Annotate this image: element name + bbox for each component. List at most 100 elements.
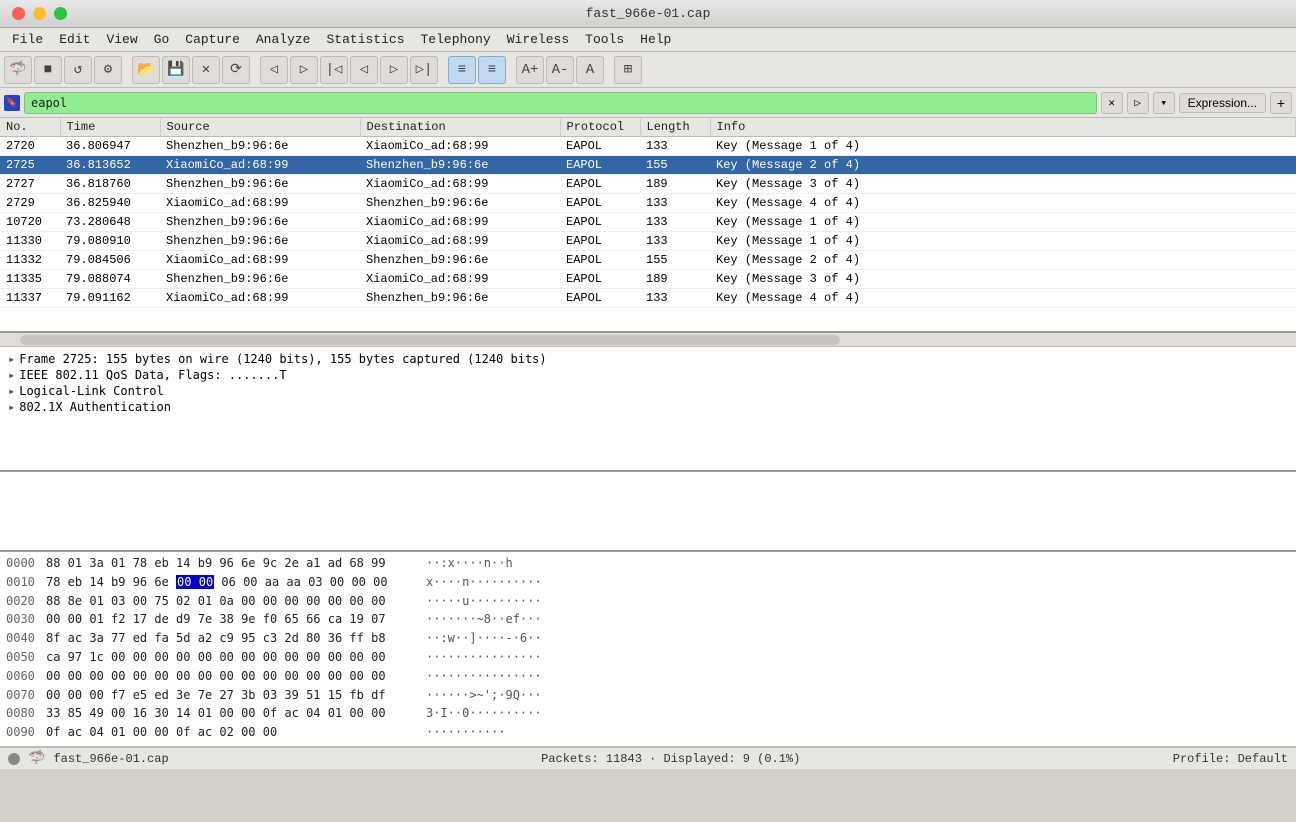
expand-icon: ▸: [8, 400, 15, 414]
filter-input[interactable]: [24, 92, 1097, 114]
menu-item-edit[interactable]: Edit: [51, 30, 98, 49]
hscroll-track[interactable]: [20, 335, 840, 345]
cell-no: 11330: [0, 232, 60, 251]
col-source[interactable]: Source: [160, 118, 360, 137]
cell-dest: XiaomiCo_ad:68:99: [360, 175, 560, 194]
normal-size-button[interactable]: A: [576, 56, 604, 84]
goto-first-button[interactable]: |◁: [320, 56, 348, 84]
detail-row[interactable]: ▸802.1X Authentication: [4, 399, 1292, 415]
menu-item-file[interactable]: File: [4, 30, 51, 49]
add-filter-button[interactable]: +: [1270, 92, 1292, 114]
hex-offset: 0040: [6, 630, 46, 647]
cell-info: Key (Message 4 of 4): [710, 194, 1296, 213]
packet-table-header: No. Time Source Destination Protocol Len…: [0, 118, 1296, 137]
col-length[interactable]: Length: [640, 118, 710, 137]
hex-bytes: 88 01 3a 01 78 eb 14 b9 96 6e 9c 2e a1 a…: [46, 555, 426, 572]
packet-list[interactable]: No. Time Source Destination Protocol Len…: [0, 118, 1296, 333]
reload-button[interactable]: ⟳: [222, 56, 250, 84]
cell-info: Key (Message 3 of 4): [710, 270, 1296, 289]
maximize-button[interactable]: [54, 7, 67, 20]
cell-length: 155: [640, 156, 710, 175]
table-row[interactable]: 1133079.080910Shenzhen_b9:96:6eXiaomiCo_…: [0, 232, 1296, 251]
hex-offset: 0020: [6, 593, 46, 610]
table-row[interactable]: 1133779.091162XiaomiCo_ad:68:99Shenzhen_…: [0, 289, 1296, 308]
forward-button[interactable]: ▷: [290, 56, 318, 84]
hex-row: 0000 88 01 3a 01 78 eb 14 b9 96 6e 9c 2e…: [0, 554, 1296, 573]
colorize-1-button[interactable]: ≡: [448, 56, 476, 84]
zoom-in-button[interactable]: A+: [516, 56, 544, 84]
table-row[interactable]: 272736.818760Shenzhen_b9:96:6eXiaomiCo_a…: [0, 175, 1296, 194]
cell-info: Key (Message 1 of 4): [710, 137, 1296, 156]
cell-no: 11337: [0, 289, 60, 308]
col-dest[interactable]: Destination: [360, 118, 560, 137]
goto-next-button[interactable]: ▷: [380, 56, 408, 84]
zoom-out-button[interactable]: A-: [546, 56, 574, 84]
col-no[interactable]: No.: [0, 118, 60, 137]
menu-item-statistics[interactable]: Statistics: [318, 30, 412, 49]
options-button[interactable]: ⚙: [94, 56, 122, 84]
filter-dropdown-button[interactable]: ▾: [1153, 92, 1175, 114]
cell-protocol: EAPOL: [560, 289, 640, 308]
menu-item-go[interactable]: Go: [146, 30, 178, 49]
close-button[interactable]: [12, 7, 25, 20]
hex-ascii: x····n··········: [426, 574, 542, 591]
table-row[interactable]: 272936.825940XiaomiCo_ad:68:99Shenzhen_b…: [0, 194, 1296, 213]
status-left: 🦈 fast_966e-01.cap: [8, 750, 169, 767]
hex-bytes: 0f ac 04 01 00 00 0f ac 02 00 00: [46, 724, 426, 741]
goto-prev-button[interactable]: ◁: [350, 56, 378, 84]
hex-offset: 0050: [6, 649, 46, 666]
menu-item-analyze[interactable]: Analyze: [248, 30, 319, 49]
table-row[interactable]: 272536.813652XiaomiCo_ad:68:99Shenzhen_b…: [0, 156, 1296, 175]
back-button[interactable]: ◁: [260, 56, 288, 84]
hex-ascii: ·······~8··ef···: [426, 611, 542, 628]
save-button[interactable]: 💾: [162, 56, 190, 84]
detail-row[interactable]: ▸Frame 2725: 155 bytes on wire (1240 bit…: [4, 351, 1292, 367]
cell-source: Shenzhen_b9:96:6e: [160, 137, 360, 156]
stop-capture-button[interactable]: ■: [34, 56, 62, 84]
cell-info: Key (Message 2 of 4): [710, 251, 1296, 270]
close-file-button[interactable]: ✕: [192, 56, 220, 84]
status-filename: fast_966e-01.cap: [53, 752, 168, 766]
table-row[interactable]: 1133579.088074Shenzhen_b9:96:6eXiaomiCo_…: [0, 270, 1296, 289]
resize-columns-button[interactable]: ⊞: [614, 56, 642, 84]
menu-item-help[interactable]: Help: [632, 30, 679, 49]
titlebar: fast_966e-01.cap: [0, 0, 1296, 28]
shark-fin-button[interactable]: 🦈: [4, 56, 32, 84]
minimize-button[interactable]: [33, 7, 46, 20]
col-protocol[interactable]: Protocol: [560, 118, 640, 137]
cell-time: 36.825940: [60, 194, 160, 213]
restart-button[interactable]: ↺: [64, 56, 92, 84]
hex-offset: 0030: [6, 611, 46, 628]
table-row[interactable]: 1133279.084506XiaomiCo_ad:68:99Shenzhen_…: [0, 251, 1296, 270]
menu-item-view[interactable]: View: [98, 30, 145, 49]
hex-row: 0010 78 eb 14 b9 96 6e 00 00 06 00 aa aa…: [0, 573, 1296, 592]
filter-apply-button[interactable]: ▷: [1127, 92, 1149, 114]
cell-no: 10720: [0, 213, 60, 232]
col-info[interactable]: Info: [710, 118, 1296, 137]
table-row[interactable]: 1072073.280648Shenzhen_b9:96:6eXiaomiCo_…: [0, 213, 1296, 232]
cell-info: Key (Message 4 of 4): [710, 289, 1296, 308]
col-time[interactable]: Time: [60, 118, 160, 137]
cell-length: 133: [640, 194, 710, 213]
detail-row[interactable]: ▸IEEE 802.11 QoS Data, Flags: .......T: [4, 367, 1292, 383]
expression-button[interactable]: Expression...: [1179, 93, 1266, 113]
menu-item-telephony[interactable]: Telephony: [413, 30, 499, 49]
menu-item-tools[interactable]: Tools: [577, 30, 632, 49]
cell-source: Shenzhen_b9:96:6e: [160, 175, 360, 194]
cell-length: 155: [640, 251, 710, 270]
packet-table-body: 272036.806947Shenzhen_b9:96:6eXiaomiCo_a…: [0, 137, 1296, 308]
filter-clear-button[interactable]: ✕: [1101, 92, 1123, 114]
table-row[interactable]: 272036.806947Shenzhen_b9:96:6eXiaomiCo_a…: [0, 137, 1296, 156]
menu-item-wireless[interactable]: Wireless: [499, 30, 577, 49]
colorize-2-button[interactable]: ≡: [478, 56, 506, 84]
hex-ascii: ·····u··········: [426, 593, 542, 610]
menu-item-capture[interactable]: Capture: [177, 30, 248, 49]
detail-row[interactable]: ▸Logical-Link Control: [4, 383, 1292, 399]
cell-protocol: EAPOL: [560, 270, 640, 289]
cell-info: Key (Message 1 of 4): [710, 232, 1296, 251]
goto-last-button[interactable]: ▷|: [410, 56, 438, 84]
hex-row: 0030 00 00 01 f2 17 de d9 7e 38 9e f0 65…: [0, 610, 1296, 629]
open-button[interactable]: 📂: [132, 56, 160, 84]
horizontal-scrollbar[interactable]: [0, 333, 1296, 347]
cell-length: 133: [640, 213, 710, 232]
